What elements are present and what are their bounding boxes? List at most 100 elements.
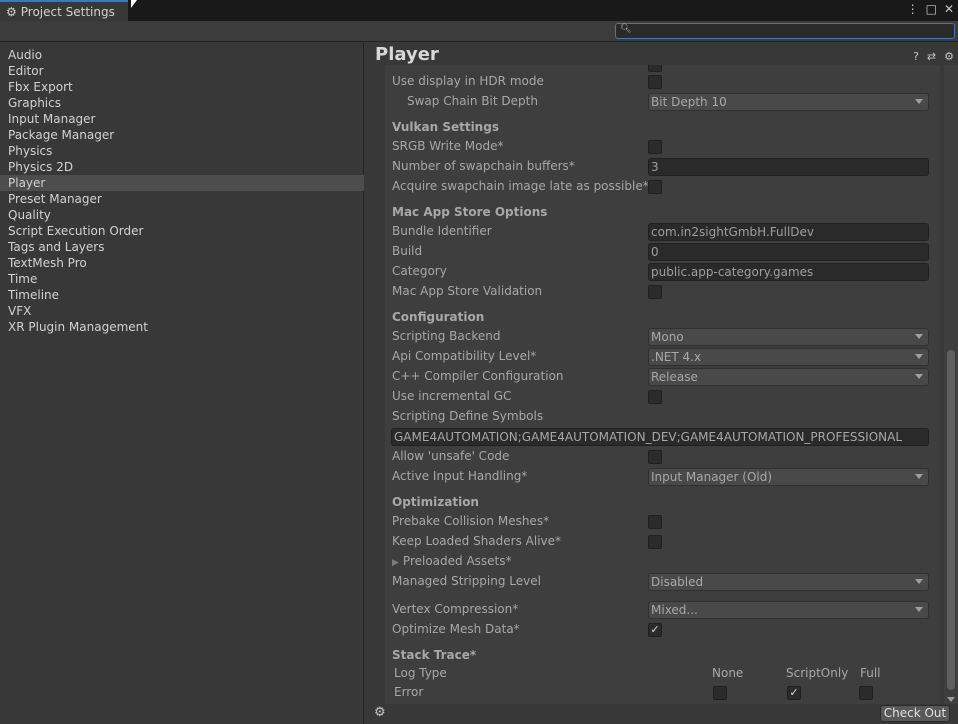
page-title: Player — [375, 44, 439, 65]
sidebar-item-tags-and-layers[interactable]: Tags and Layers — [0, 239, 364, 255]
title-bar: ⚙ Project Settings ⋮ □ ✕ — [0, 0, 958, 21]
player-settings-content: Use display in HDR mode Swap Chain Bit D… — [385, 65, 940, 705]
swap-chain-value: Bit Depth 10 — [651, 95, 727, 109]
sidebar-item-editor[interactable]: Editor — [0, 63, 364, 79]
col-script-only-header: ScriptOnly — [786, 666, 849, 680]
help-icon[interactable]: ? — [913, 50, 919, 63]
scrollbar-thumb[interactable] — [947, 350, 955, 690]
sidebar-item-physics[interactable]: Physics — [0, 143, 364, 159]
build-field[interactable]: 0 — [648, 243, 929, 261]
search-input[interactable]: 🔍︎ — [615, 23, 955, 39]
sidebar-item-input-manager[interactable]: Input Manager — [0, 111, 364, 127]
error-full-checkbox[interactable] — [859, 686, 873, 700]
error-script-only-checkbox[interactable]: ✓ — [787, 686, 801, 700]
sidebar-item-quality[interactable]: Quality — [0, 207, 364, 223]
row-api-compat: Api Compatibility Level* .NET 4.x — [385, 347, 940, 367]
vertex-compression-label: Vertex Compression* — [392, 602, 519, 616]
row-stripping-level: Managed Stripping Level Disabled — [385, 572, 940, 592]
swap-chain-dropdown[interactable]: Bit Depth 10 — [648, 93, 929, 111]
mac-validation-checkbox[interactable] — [648, 285, 662, 299]
incremental-gc-checkbox[interactable] — [648, 390, 662, 404]
sidebar-item-timeline[interactable]: Timeline — [0, 287, 364, 303]
row-cpp-compiler: C++ Compiler Configuration Release — [385, 367, 940, 387]
row-prebake: Prebake Collision Meshes* — [385, 512, 940, 532]
row-preloaded-assets[interactable]: ▶ Preloaded Assets* — [385, 552, 940, 572]
prebake-checkbox[interactable] — [648, 515, 662, 529]
swap-chain-label: Swap Chain Bit Depth — [407, 94, 538, 108]
chevron-down-icon — [915, 374, 923, 379]
row-hdr-display: Use display in HDR mode — [385, 72, 940, 92]
sidebar-item-graphics[interactable]: Graphics — [0, 95, 364, 111]
preloaded-assets-label: Preloaded Assets* — [402, 554, 512, 568]
input-handling-dropdown[interactable]: Input Manager (Old) — [648, 468, 929, 486]
hdr-display-label: Use display in HDR mode — [392, 74, 544, 88]
bottom-bar: ⚙ Check Out — [365, 704, 958, 724]
optimize-mesh-checkbox[interactable]: ✓ — [648, 623, 662, 637]
col-full-header: Full — [860, 666, 881, 680]
row-optimize-mesh: Optimize Mesh Data* ✓ — [385, 620, 940, 640]
sidebar-item-fbx-export[interactable]: Fbx Export — [0, 79, 364, 95]
error-label: Error — [394, 685, 424, 699]
acquire-late-checkbox[interactable] — [648, 180, 662, 194]
mouse-cursor-icon — [131, 0, 137, 8]
mac-header: Mac App Store Options — [392, 205, 548, 219]
cpp-compiler-value: Release — [651, 370, 698, 384]
swapchain-buffers-label: Number of swapchain buffers* — [392, 159, 575, 173]
error-none-checkbox[interactable] — [713, 686, 727, 700]
api-compat-dropdown[interactable]: .NET 4.x — [648, 348, 929, 366]
unsafe-code-label: Allow 'unsafe' Code — [392, 449, 510, 463]
row-keep-shaders: Keep Loaded Shaders Alive* — [385, 532, 940, 552]
sidebar-item-physics-2d[interactable]: Physics 2D — [0, 159, 364, 175]
close-icon[interactable]: ✕ — [944, 2, 954, 16]
frame-timing-checkbox[interactable] — [648, 65, 662, 72]
sidebar-item-script-execution-order[interactable]: Script Execution Order — [0, 223, 364, 239]
sidebar-item-xr-plugin-management[interactable]: XR Plugin Management — [0, 319, 364, 335]
sidebar-item-textmesh-pro[interactable]: TextMesh Pro — [0, 255, 364, 271]
scripting-backend-dropdown[interactable]: Mono — [648, 328, 929, 346]
hdr-display-checkbox[interactable] — [648, 75, 662, 89]
stripping-level-dropdown[interactable]: Disabled — [648, 573, 929, 591]
check-out-button[interactable]: Check Out — [880, 705, 950, 722]
search-row: 🔍︎ — [0, 21, 958, 42]
chevron-down-icon — [915, 474, 923, 479]
row-vertex-compression: Vertex Compression* Mixed... — [385, 600, 940, 620]
category-field[interactable]: public.app-category.games — [648, 263, 929, 281]
scripting-backend-label: Scripting Backend — [392, 329, 501, 343]
preset-icon[interactable]: ⇄ — [927, 50, 936, 63]
sidebar-item-vfx[interactable]: VFX — [0, 303, 364, 319]
vertex-compression-value: Mixed... — [651, 603, 698, 617]
srgb-write-checkbox[interactable] — [648, 140, 662, 154]
row-mac-validation: Mac App Store Validation — [385, 282, 940, 302]
chevron-down-icon — [915, 99, 923, 104]
maximize-icon[interactable]: □ — [926, 2, 937, 16]
chevron-down-icon — [915, 354, 923, 359]
sidebar-item-time[interactable]: Time — [0, 271, 364, 287]
preloaded-assets-foldout[interactable]: ▶ Preloaded Assets* — [392, 554, 512, 568]
acquire-late-label: Acquire swapchain image late as possible… — [392, 179, 649, 193]
tab-project-settings[interactable]: ⚙ Project Settings — [0, 0, 128, 21]
gear-icon: ⚙ — [6, 4, 17, 19]
more-menu-icon[interactable]: ⋮ — [907, 2, 919, 16]
main-panel: Player ? ⇄ ⚙ Use display in HDR mode Swa… — [365, 43, 958, 724]
sidebar-item-package-manager[interactable]: Package Manager — [0, 127, 364, 143]
define-symbols-field[interactable]: GAME4AUTOMATION;GAME4AUTOMATION_DEV;GAME… — [391, 428, 929, 446]
swapchain-buffers-field[interactable]: 3 — [648, 158, 929, 176]
sidebar-item-player[interactable]: Player — [0, 175, 364, 191]
bundle-field[interactable]: com.in2sightGmbH.FullDev — [648, 223, 929, 241]
keep-shaders-checkbox[interactable] — [648, 535, 662, 549]
scroll-down-icon[interactable] — [947, 697, 955, 702]
row-srgb-write: SRGB Write Mode* — [385, 137, 940, 157]
optimization-header: Optimization — [392, 495, 479, 509]
cpp-compiler-dropdown[interactable]: Release — [648, 368, 929, 386]
row-error: Error ✓ — [385, 683, 940, 703]
build-label: Build — [392, 244, 423, 258]
gear-icon[interactable]: ⚙ — [374, 705, 386, 720]
vertical-scrollbar[interactable] — [944, 65, 958, 704]
unsafe-code-checkbox[interactable] — [648, 450, 662, 464]
sidebar-item-audio[interactable]: Audio — [0, 47, 364, 63]
settings-icon[interactable]: ⚙ — [944, 50, 954, 63]
api-compat-value: .NET 4.x — [651, 350, 702, 364]
sidebar-item-preset-manager[interactable]: Preset Manager — [0, 191, 364, 207]
vertex-compression-dropdown[interactable]: Mixed... — [648, 601, 929, 619]
chevron-down-icon — [915, 334, 923, 339]
